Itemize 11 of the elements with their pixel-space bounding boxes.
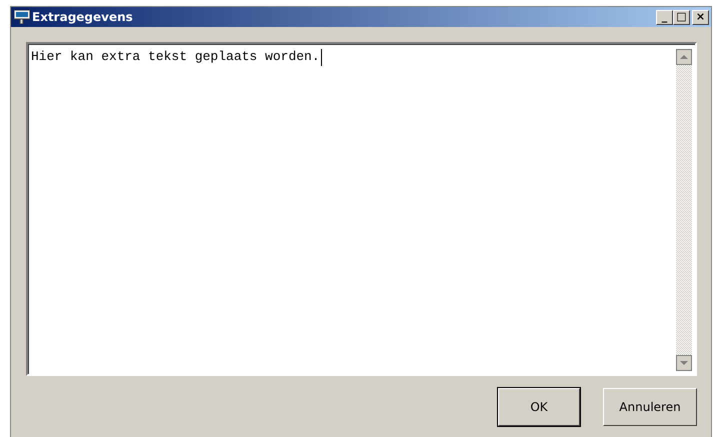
dialog-button[interactable]: Annuleren (603, 388, 697, 426)
monitor-icon (14, 10, 30, 24)
window-control-button[interactable]: □ (673, 10, 690, 24)
text-cursor (320, 49, 322, 66)
scroll-down-icon (676, 355, 692, 371)
scroll-up-icon (676, 49, 692, 65)
text-field[interactable]: Hier kan extra tekst geplaats worden. (26, 42, 697, 376)
dialog-button[interactable]: OK (498, 388, 580, 426)
window-control-button[interactable]: × (692, 10, 709, 24)
window-title: Extragegevens (32, 10, 134, 24)
window-control-button[interactable]: _ (656, 10, 673, 24)
